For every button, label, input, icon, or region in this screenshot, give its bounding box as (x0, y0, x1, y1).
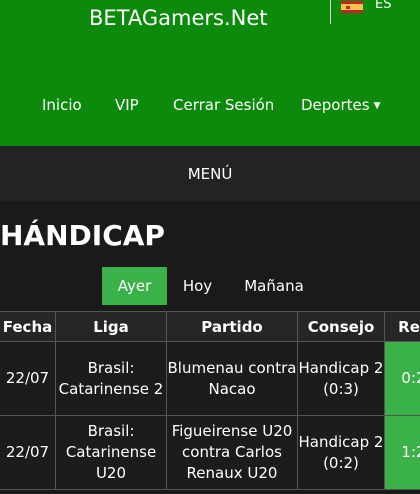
site-brand[interactable]: BETAGamers.Net (89, 6, 268, 30)
language-separator (330, 0, 331, 24)
cell-result: 1:2 (384, 415, 420, 490)
cell-league: Brasil: Catarinense 2 (55, 341, 167, 416)
nav-item-cerrar-sesion[interactable]: Cerrar Sesión (173, 96, 274, 114)
page-title: HÁNDICAP (0, 219, 165, 252)
cell-tip: Handicap 2 (0:3) (297, 341, 385, 416)
language-selector[interactable]: ES (341, 0, 391, 14)
tab-hoy[interactable]: Hoy (171, 267, 224, 305)
cell-date: 22/07 (0, 415, 56, 490)
column-header-consejo: Consejo (297, 311, 385, 342)
cell-match: Figueirense U20 contra Carlos Renaux U20 (166, 415, 298, 490)
column-header-liga: Liga (55, 311, 167, 342)
menu-toggle-bar[interactable]: MENÚ (0, 146, 420, 201)
cell-tip: Handicap 2 (0:2) (297, 415, 385, 490)
table-header-row: Fecha Liga Partido Consejo Res (0, 311, 420, 342)
column-header-fecha: Fecha (0, 311, 56, 342)
column-header-resultado: Res (384, 311, 420, 342)
cell-date: 22/07 (0, 341, 56, 416)
column-header-partido: Partido (166, 311, 298, 342)
main-nav: Inicio VIP Cerrar Sesión Deportes ▼ (0, 96, 420, 116)
cell-match: Blumenau contra Nacao (166, 341, 298, 416)
day-tabs: Ayer Hoy Mañana (0, 267, 420, 305)
tips-table: Fecha Liga Partido Consejo Res 22/07 Bra… (0, 311, 420, 490)
menu-label: MENÚ (187, 165, 233, 183)
site-header: BETAGamers.Net ES Inicio VIP Cerrar Sesi… (0, 0, 420, 146)
tab-manana[interactable]: Mañana (231, 267, 317, 305)
nav-item-vip[interactable]: VIP (115, 96, 139, 114)
spain-flag-icon (341, 1, 363, 13)
cell-result: 0:2 (384, 341, 420, 416)
tab-ayer[interactable]: Ayer (102, 267, 167, 305)
table-row: 22/07 Brasil: Catarinense 2 Blumenau con… (0, 341, 420, 416)
cell-league: Brasil: Catarinense U20 (55, 415, 167, 490)
caret-down-icon: ▼ (373, 101, 381, 111)
table-row: 22/07 Brasil: Catarinense U20 Figueirens… (0, 415, 420, 490)
nav-item-inicio[interactable]: Inicio (42, 96, 82, 114)
nav-item-deportes[interactable]: Deportes ▼ (301, 96, 381, 114)
nav-item-deportes-label: Deportes (301, 96, 370, 114)
language-code: ES (375, 0, 392, 12)
